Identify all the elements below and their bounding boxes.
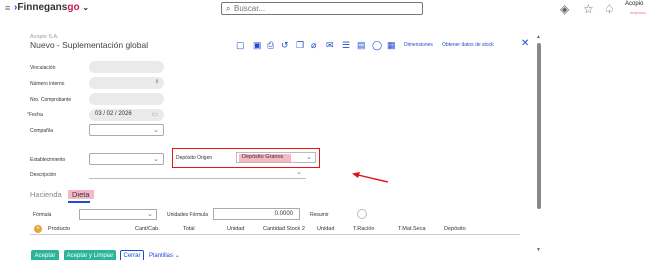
- star-icon[interactable]: ☆: [583, 2, 594, 16]
- brand-caret-icon: ⌄: [82, 3, 90, 12]
- column-header: Unidad: [227, 226, 245, 232]
- top-bar: ≡ ›Finnegansgo ⌄ ⌕ Buscar... ◈ ☆ ♤ Acopi…: [0, 0, 647, 18]
- vinculacion-field[interactable]: [89, 61, 164, 73]
- mail-icon[interactable]: ✉: [326, 40, 334, 51]
- aceptar-limpiar-button[interactable]: Aceptar y Limpiar: [64, 250, 116, 260]
- page-title: Nuevo - Suplementación global: [30, 40, 149, 50]
- search-placeholder: Buscar...: [234, 4, 266, 13]
- descripcion-field[interactable]: ⌄: [89, 168, 306, 179]
- bell-icon[interactable]: ♤: [604, 2, 615, 16]
- column-header: Cantidad Stock 2: [263, 226, 305, 232]
- unidades-formula-label: Unidades Fórmula: [167, 212, 208, 218]
- chevron-down-icon: ⌄: [153, 156, 159, 163]
- establecimiento-label: Establecimiento: [30, 157, 66, 163]
- annotation-arrow: [352, 172, 388, 183]
- tab-dieta[interactable]: Dieta: [68, 190, 94, 199]
- column-header: Unidad: [317, 226, 335, 232]
- column-header: Total: [183, 226, 195, 232]
- document-icon[interactable]: ▦: [387, 40, 396, 51]
- user-company: empresa: [630, 10, 646, 15]
- brand-logo[interactable]: ›Finnegansgo ⌄: [14, 2, 89, 13]
- chevron-down-icon: ⌄: [306, 154, 312, 161]
- copy-icon[interactable]: ❐: [296, 40, 304, 51]
- descripcion-label: Descripción: [30, 172, 57, 178]
- scroll-down-icon[interactable]: ▼: [536, 247, 541, 253]
- column-header: T.Ración: [353, 226, 375, 232]
- resumir-label: Resumir: [310, 212, 329, 218]
- column-header: Producto: [48, 226, 71, 232]
- compania-select[interactable]: ⌄: [89, 124, 164, 136]
- list-icon[interactable]: ☰: [342, 40, 350, 51]
- chevron-down-icon: ⌄: [296, 169, 302, 176]
- vinculacion-label: Vinculación: [30, 65, 56, 71]
- comment-icon[interactable]: ◯: [372, 40, 382, 51]
- search-icon: ⌕: [226, 4, 231, 13]
- fecha-label: *Fecha: [27, 112, 43, 118]
- plantillas-label: Plantillas: [149, 253, 174, 259]
- save-icon[interactable]: ▣: [253, 40, 262, 51]
- fecha-value: 03 / 02 / 2026: [95, 111, 132, 117]
- numero-interno-label: Número interno: [30, 81, 65, 87]
- add-row-icon[interactable]: +: [34, 225, 42, 233]
- new-document-icon[interactable]: ▢: [236, 40, 245, 51]
- deposito-origen-label: Depósito Origen: [176, 155, 213, 161]
- deposito-origen-value: Depósito Granos: [242, 154, 284, 160]
- chevron-down-icon: ⌄: [147, 211, 153, 218]
- scroll-up-icon[interactable]: ▲: [536, 34, 541, 40]
- active-tab-indicator: [68, 201, 90, 203]
- chevron-down-icon: ⌄: [174, 253, 180, 259]
- search-input[interactable]: ⌕ Buscar...: [221, 2, 423, 15]
- form-panel: Acopio S.A. Nuevo - Suplementación globa…: [22, 22, 548, 260]
- cube-icon[interactable]: ◈: [560, 2, 569, 16]
- aceptar-button[interactable]: Aceptar: [31, 250, 59, 260]
- formula-select[interactable]: ⌄: [79, 209, 157, 220]
- cerrar-button[interactable]: Cerrar: [120, 250, 144, 260]
- dimensiones-link[interactable]: Dimensiones: [404, 42, 433, 48]
- unidades-formula-input[interactable]: 0.0000: [213, 208, 300, 220]
- column-header: T.Mat.Seca: [398, 226, 426, 232]
- dieta-table-header: + Producto Cant/Cab. Total Unidad Cantid…: [30, 224, 520, 235]
- scrollbar-thumb[interactable]: [537, 43, 541, 209]
- close-icon[interactable]: ✕: [521, 38, 529, 49]
- print-icon[interactable]: ⎙: [267, 40, 274, 51]
- user-name[interactable]: Acopio: [625, 1, 643, 7]
- establecimiento-select[interactable]: ⌄: [89, 153, 164, 165]
- fecha-field[interactable]: 03 / 02 / 2026 ▭: [89, 109, 164, 121]
- numero-interno-field[interactable]: ⇕: [89, 77, 164, 89]
- nro-comprobante-label: Nro. Comprobante: [30, 97, 72, 103]
- brand-name: Finnegans: [17, 2, 68, 13]
- obtener-stock-link[interactable]: Obtener datos de stock: [442, 42, 494, 48]
- calculator-icon[interactable]: ▤: [357, 40, 366, 51]
- chevron-down-icon: ⌄: [153, 127, 159, 134]
- deposito-origen-select[interactable]: Depósito Granos ⌄: [236, 152, 316, 163]
- tab-hacienda[interactable]: Hacienda: [30, 190, 62, 199]
- compania-label: Compañía: [30, 128, 54, 134]
- calendar-icon[interactable]: ▭: [151, 110, 158, 118]
- column-header: Cant/Cab.: [135, 226, 160, 232]
- plantillas-dropdown[interactable]: Plantillas ⌄: [149, 252, 180, 259]
- brand-suffix: go: [67, 2, 80, 13]
- formula-label: Fórmula: [33, 212, 52, 218]
- nro-comprobante-field[interactable]: [89, 93, 164, 105]
- hamburger-menu-icon[interactable]: ≡: [5, 3, 10, 13]
- resumir-radio[interactable]: [357, 209, 367, 219]
- stepper-icon[interactable]: ⇕: [155, 79, 159, 85]
- column-header: Depósito: [444, 226, 466, 232]
- attach-icon[interactable]: ⌀: [311, 40, 316, 51]
- undo-icon[interactable]: ↺: [281, 40, 289, 51]
- fecha-label-text: Fecha: [28, 112, 43, 118]
- unidades-formula-value: 0.0000: [274, 211, 293, 217]
